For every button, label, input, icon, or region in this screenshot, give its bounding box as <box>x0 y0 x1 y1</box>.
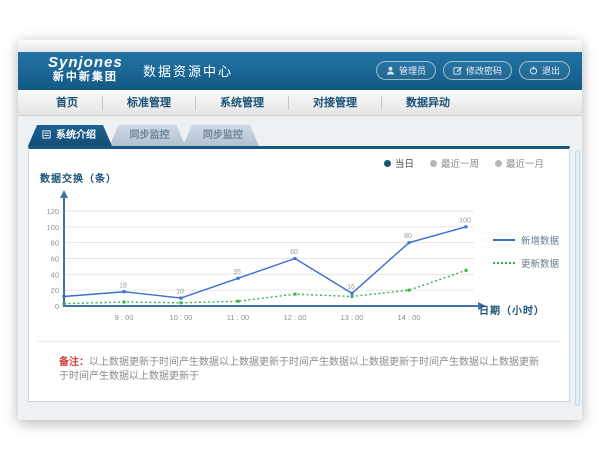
series-new-data-point <box>408 241 411 244</box>
logout-button[interactable]: 退出 <box>519 61 570 80</box>
power-icon <box>529 66 538 75</box>
y-axis-arrow-icon <box>60 190 68 198</box>
legend-update-data: 更新数据 <box>493 256 559 270</box>
y-tick-label: 60 <box>51 255 59 264</box>
x-tick-label: 11 : 00 <box>227 313 249 322</box>
exchange-chart-svg: 0 20 40 60 80 100 120 9 : 00 10 : 00 11 : 00 12 : … <box>36 189 506 329</box>
point-label: 18 <box>119 282 127 289</box>
window-top-strip <box>18 40 582 52</box>
tab-sync-monitor-1-label: 同步监控 <box>129 130 169 141</box>
filter-last-month-label: 最近一月 <box>506 156 544 170</box>
footnote-text: 以上数据更新于时间产生数据以上数据更新于时间产生数据以上数据更新于时间产生数据以… <box>59 357 539 382</box>
dotted-line-swatch-icon <box>493 262 515 264</box>
line-chart: 0 20 40 60 80 100 120 9 : 00 10 : 00 11 : 00 12 : … <box>36 189 506 329</box>
app-header: Synjones 新中新集团 数据资源中心 管理员 修改密码 <box>18 52 582 90</box>
time-range-filters: 当日 最近一周 最近一月 <box>384 156 544 170</box>
series-update-data-point <box>123 301 126 304</box>
series-new-data-point <box>237 277 240 280</box>
x-tick-label: 12 : 00 <box>284 313 307 322</box>
page: Synjones 新中新集团 数据资源中心 管理员 修改密码 <box>0 0 600 450</box>
tab-sync-monitor-2-label: 同步监控 <box>203 130 243 141</box>
legend-new-data-label: 新增数据 <box>521 233 559 247</box>
tab-system-intro[interactable]: 系统介绍 <box>28 125 112 146</box>
filter-today[interactable]: 当日 <box>384 156 414 170</box>
y-tick-label: 40 <box>51 270 59 279</box>
series-new-data-point <box>63 295 66 298</box>
page-title: 数据资源中心 <box>143 52 233 90</box>
point-label: 100 <box>459 217 471 224</box>
point-label: 16 <box>347 284 355 291</box>
y-tick-label: 0 <box>55 302 59 311</box>
nav-item-data-change[interactable]: 数据异动 <box>381 96 474 110</box>
legend-new-data: 新增数据 <box>493 233 559 247</box>
tab-sync-monitor-1[interactable]: 同步监控 <box>109 125 185 146</box>
y-tick-label: 120 <box>46 207 59 216</box>
brand-logo-script: Synjones <box>48 55 123 71</box>
chart-panel: 当日 最近一周 最近一月 数据交换（条） 0 20 40 60 80 100 120 9 : … <box>28 146 570 402</box>
app-window: Synjones 新中新集团 数据资源中心 管理员 修改密码 <box>18 40 582 420</box>
userbar: 管理员 修改密码 退出 <box>376 61 570 80</box>
series-update-data-point <box>63 302 66 305</box>
tab-strip: 系统介绍 同步监控 同步监控 <box>28 125 252 146</box>
document-icon <box>42 126 51 148</box>
filter-last-week[interactable]: 最近一周 <box>430 156 479 170</box>
radio-icon <box>430 160 437 167</box>
point-label: 60 <box>290 249 298 256</box>
admin-user-label: 管理员 <box>399 64 426 77</box>
footnote: 备注：以上数据更新于时间产生数据以上数据更新于时间产生数据以上数据更新于时间产生… <box>37 341 561 384</box>
content-area: 系统介绍 同步监控 同步监控 当日 最近一周 <box>18 116 582 420</box>
series-update-data-point <box>237 300 240 303</box>
point-label: 35 <box>233 269 241 276</box>
user-icon <box>386 66 395 75</box>
point-label: 10 <box>176 289 184 296</box>
tab-system-intro-label: 系统介绍 <box>56 130 96 141</box>
edit-icon <box>453 66 462 75</box>
nav-item-standard-mgmt[interactable]: 标准管理 <box>102 96 195 110</box>
series-new-data-point <box>180 297 183 300</box>
change-password-label: 修改密码 <box>466 64 502 77</box>
chart-legend: 新增数据 更新数据 <box>493 233 559 279</box>
admin-user-button[interactable]: 管理员 <box>376 61 436 80</box>
series-new-data-point <box>351 292 354 295</box>
filter-today-label: 当日 <box>395 156 414 170</box>
series-update-data-point <box>351 295 354 298</box>
x-tick-label: 10 : 00 <box>170 313 193 322</box>
x-tick-label: 13 : 00 <box>341 313 364 322</box>
change-password-button[interactable]: 修改密码 <box>443 61 512 80</box>
logout-label: 退出 <box>542 64 560 77</box>
nav-item-interface-mgmt[interactable]: 对接管理 <box>288 96 381 110</box>
series-new-data-point <box>123 290 126 293</box>
filter-last-week-label: 最近一周 <box>441 156 479 170</box>
scrollbar[interactable] <box>575 150 580 406</box>
radio-selected-icon <box>384 160 391 167</box>
series-update-data-point <box>465 269 468 272</box>
brand-logo: Synjones 新中新集团 <box>48 55 123 84</box>
series-update-data-point <box>408 289 411 292</box>
x-tick-label: 14 : 00 <box>398 313 421 322</box>
radio-icon <box>495 160 502 167</box>
chart-x-axis-title: 日期（小时） <box>479 302 545 317</box>
series-update-data-point <box>180 301 183 304</box>
legend-update-data-label: 更新数据 <box>521 256 559 270</box>
y-tick-label: 20 <box>51 286 59 295</box>
series-new-data-point <box>294 257 297 260</box>
solid-line-swatch-icon <box>493 239 515 241</box>
filter-last-month[interactable]: 最近一月 <box>495 156 544 170</box>
nav-item-home[interactable]: 首页 <box>32 96 102 110</box>
main-nav: 首页 标准管理 系统管理 对接管理 数据异动 <box>18 90 582 116</box>
x-tick-label: 9 : 00 <box>115 313 134 322</box>
y-tick-label: 100 <box>46 223 59 232</box>
tab-sync-monitor-2[interactable]: 同步监控 <box>183 125 259 146</box>
series-update-data-point <box>294 293 297 296</box>
brand-logo-cn: 新中新集团 <box>48 71 123 84</box>
nav-item-system-mgmt[interactable]: 系统管理 <box>195 96 288 110</box>
footnote-label: 备注： <box>59 357 89 368</box>
chart-y-axis-title: 数据交换（条） <box>40 170 117 185</box>
point-label: 80 <box>404 233 412 240</box>
series-new-data-point <box>465 225 468 228</box>
y-tick-label: 80 <box>51 239 59 248</box>
